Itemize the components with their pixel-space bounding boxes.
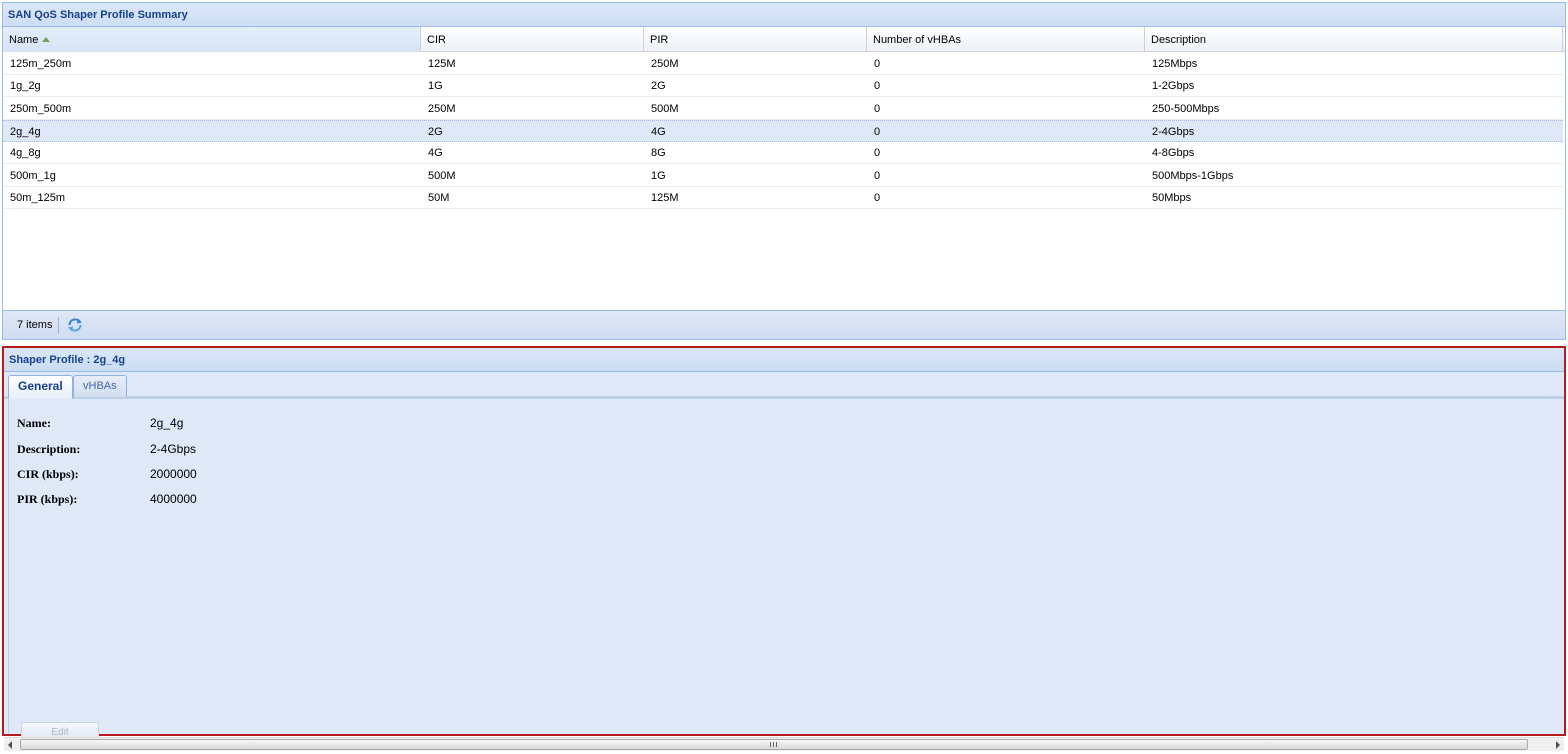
cell-vhbas: 0	[874, 102, 881, 115]
edit-button[interactable]: Edit	[21, 722, 99, 738]
cell-vhbas: 0	[874, 80, 881, 93]
cell-vhbas: 0	[874, 147, 881, 160]
tab-general[interactable]: General	[8, 375, 73, 399]
cell-cir: 50M	[428, 191, 450, 204]
cell-pir: 125M	[651, 191, 679, 204]
cell-name: 2g_4g	[10, 125, 41, 138]
cell-vhbas: 0	[874, 169, 881, 182]
summary-toolbar: 7 items	[3, 310, 1565, 339]
field-label-description: Description:	[17, 442, 81, 456]
column-header-pir[interactable]: PIR	[644, 27, 867, 52]
grid-header: Name CIR PIR Number of vHBAs Description	[3, 27, 1565, 52]
general-tab-body: Name: 2g_4g Description: 2-4Gbps CIR (kb…	[8, 399, 1564, 738]
field-value-pir: 4000000	[150, 492, 197, 506]
grid-body: 125m_250m 125M 250M 0 125Mbps 1g_2g 1G 2G 0 1-2Gb…	[3, 53, 1565, 311]
cell-cir: 1G	[428, 80, 443, 93]
cell-name: 1g_2g	[10, 80, 41, 93]
cell-description: 2-4Gbps	[1152, 125, 1195, 138]
cell-name: 250m_500m	[10, 102, 72, 115]
cell-pir: 2G	[651, 80, 666, 93]
cell-cir: 2G	[428, 125, 443, 138]
cell-vhbas: 0	[874, 58, 881, 70]
cell-cir: 125M	[428, 58, 456, 70]
column-header-name[interactable]: Name	[3, 27, 421, 52]
cell-pir: 4G	[651, 125, 666, 138]
refresh-icon[interactable]	[66, 316, 84, 334]
table-row[interactable]: 125m_250m 125M 250M 0 125Mbps	[3, 53, 1563, 75]
field-value-description: 2-4Gbps	[150, 442, 197, 456]
cell-name: 50m_125m	[10, 191, 66, 204]
cell-cir: 4G	[428, 147, 443, 160]
horizontal-scrollbar[interactable]	[4, 737, 1564, 751]
scroll-right-icon[interactable]	[1556, 741, 1560, 749]
cell-pir: 250M	[651, 58, 679, 70]
field-label-cir: CIR (kbps):	[17, 467, 79, 481]
table-row[interactable]: 2g_4g 2G 4G 0 2-4Gbps	[3, 119, 1563, 142]
toolbar-separator	[58, 317, 59, 334]
cell-name: 4g_8g	[10, 147, 41, 160]
column-header-description[interactable]: Description	[1145, 27, 1563, 52]
scrollbar-thumb[interactable]	[20, 739, 1528, 750]
tab-vhbas[interactable]: vHBAs	[73, 375, 127, 397]
cell-description: 125Mbps	[1152, 58, 1198, 70]
cell-vhbas: 0	[874, 125, 881, 138]
cell-description: 50Mbps	[1152, 191, 1192, 204]
summary-panel-title: SAN QoS Shaper Profile Summary	[3, 3, 1565, 27]
summary-panel: SAN QoS Shaper Profile Summary Name CIR …	[2, 2, 1566, 340]
detail-panel-title: Shaper Profile : 2g_4g	[4, 348, 1564, 372]
table-row[interactable]: 50m_125m 50M 125M 0 50Mbps	[3, 187, 1563, 209]
grip-icon	[770, 742, 778, 747]
cell-name: 125m_250m	[10, 58, 72, 70]
field-value-name: 2g_4g	[150, 416, 184, 430]
table-row[interactable]: 500m_1g 500M 1G 0 500Mbps-1Gbps	[3, 165, 1563, 187]
scroll-left-icon[interactable]	[8, 741, 12, 749]
cell-cir: 250M	[428, 102, 456, 115]
field-label-pir: PIR (kbps):	[17, 492, 78, 506]
table-row[interactable]: 4g_8g 4G 8G 0 4-8Gbps	[3, 142, 1563, 165]
cell-description: 250-500Mbps	[1152, 102, 1220, 115]
cell-cir: 500M	[428, 169, 456, 182]
field-value-cir: 2000000	[150, 467, 197, 481]
detail-panel: Shaper Profile : 2g_4g General vHBAs Nam…	[2, 346, 1566, 738]
column-header-vhbas[interactable]: Number of vHBAs	[867, 27, 1145, 52]
cell-name: 500m_1g	[10, 169, 56, 182]
cell-description: 4-8Gbps	[1152, 147, 1195, 160]
table-row[interactable]: 1g_2g 1G 2G 0 1-2Gbps	[3, 75, 1563, 98]
cell-pir: 8G	[651, 147, 666, 160]
cell-vhbas: 0	[874, 191, 881, 204]
tab-strip: General vHBAs	[4, 372, 1564, 399]
table-row[interactable]: 250m_500m 250M 500M 0 250-500Mbps	[3, 98, 1563, 120]
cell-description: 1-2Gbps	[1152, 80, 1195, 93]
items-count: 7 items	[17, 319, 53, 331]
sort-ascending-icon	[42, 37, 51, 42]
column-header-cir[interactable]: CIR	[421, 27, 644, 52]
cell-description: 500Mbps-1Gbps	[1152, 169, 1234, 182]
cell-pir: 500M	[651, 102, 679, 115]
column-header-name-label: Name	[9, 34, 39, 46]
field-label-name: Name:	[17, 416, 51, 430]
cell-pir: 1G	[651, 169, 666, 182]
